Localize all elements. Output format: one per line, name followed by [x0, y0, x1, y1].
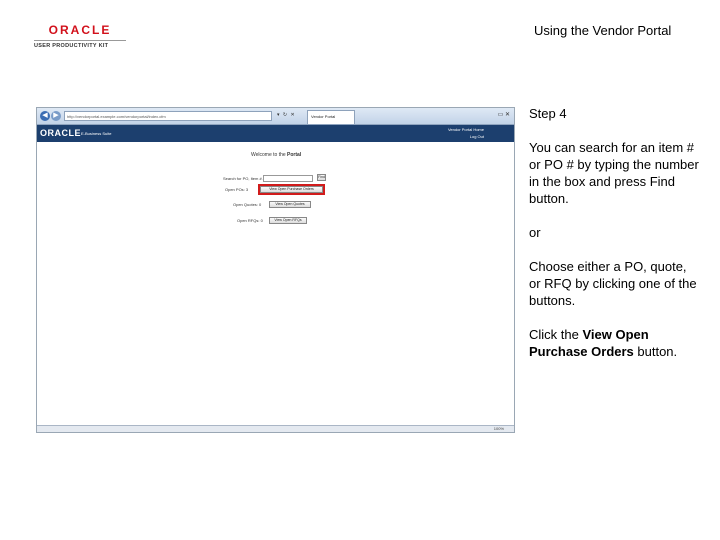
window-controls-icon[interactable]: ▭ ✕: [498, 111, 510, 118]
click-prefix: Click the: [529, 327, 583, 342]
browser-tab[interactable]: Vendor Portal: [307, 110, 355, 124]
search-input[interactable]: [263, 175, 313, 182]
instruction-search: You can search for an item # or PO # by …: [529, 140, 699, 206]
open-pos-label: Open POs: 3: [225, 187, 249, 192]
zoom-level[interactable]: 100%: [494, 426, 504, 431]
document-title: Using the Vendor Portal: [534, 23, 672, 38]
view-open-rfqs-button[interactable]: View Open RFQs: [269, 217, 307, 224]
portal-page: Welcome to the Portal Search for PO, Ite…: [37, 142, 514, 414]
app-header: ORACLE E-Business Suite Vendor Portal Ho…: [37, 125, 514, 142]
address-bar[interactable]: http://vendorportal.example.com/vendorpo…: [64, 111, 272, 121]
home-link[interactable]: Vendor Portal Home: [448, 127, 484, 132]
step-number: Step 4: [529, 106, 567, 121]
open-rfqs-label: Open RFQs: 0: [237, 218, 263, 223]
refresh-icon[interactable]: ▾ ↻ ✕: [277, 112, 296, 118]
logo-wordmark: ORACLE: [48, 23, 112, 37]
browser-screenshot: ◀ ▶ http://vendorportal.example.com/vend…: [36, 107, 515, 433]
instruction-choose: Choose either a PO, quote, or RFQ by cli…: [529, 259, 697, 308]
forward-arrow-icon[interactable]: ▶: [51, 111, 61, 121]
app-name: E-Business Suite: [81, 131, 112, 136]
find-button[interactable]: Find: [317, 174, 326, 181]
instruction-click: Click the View Open Purchase Orders butt…: [529, 326, 699, 360]
welcome-heading: Welcome to the Portal: [251, 152, 301, 158]
view-open-quotes-button[interactable]: View Open Quotes: [269, 201, 311, 208]
app-logo: ORACLE: [40, 128, 81, 138]
back-arrow-icon[interactable]: ◀: [40, 111, 50, 121]
logo-subtitle: USER PRODUCTIVITY KIT: [34, 40, 126, 49]
view-open-purchase-orders-button[interactable]: View Open Purchase Orders: [258, 184, 325, 195]
oracle-upk-logo: ORACLE USER PRODUCTIVITY KIT: [34, 23, 126, 49]
browser-toolbar: ◀ ▶ http://vendorportal.example.com/vend…: [37, 108, 514, 125]
welcome-prefix: Welcome to the: [251, 152, 288, 158]
logout-link[interactable]: Log Out: [470, 134, 484, 139]
instruction-panel: Step 4 You can search for an item # or P…: [529, 105, 699, 377]
open-quotes-label: Open Quotes: 0: [233, 202, 262, 207]
click-suffix: button.: [633, 344, 678, 359]
welcome-bold: Portal: [287, 152, 302, 158]
instruction-or: or: [529, 225, 541, 240]
status-bar: 100%: [37, 425, 514, 432]
